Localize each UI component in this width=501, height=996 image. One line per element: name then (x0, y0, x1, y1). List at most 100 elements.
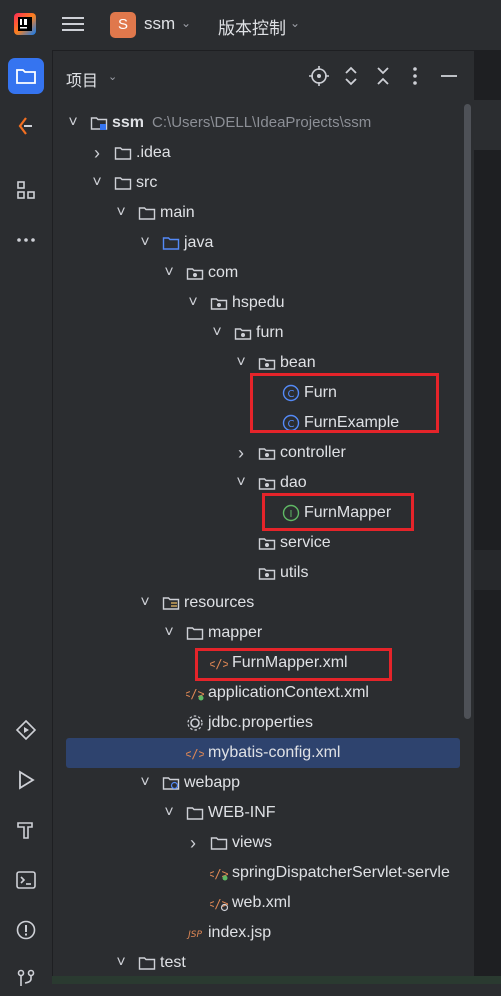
more-tools-button[interactable] (8, 222, 44, 258)
tree-row[interactable]: ˅ furn (52, 318, 472, 348)
project-panel-header: 项目 ⌄ (52, 50, 472, 104)
chevron-down-icon[interactable]: ˅ (162, 625, 176, 641)
terminal-tool-button[interactable] (8, 862, 44, 898)
expand-all-icon[interactable] (340, 65, 362, 87)
tree-item-label: java (184, 234, 213, 252)
tree-row[interactable]: </> web.xml (52, 888, 472, 918)
editor-line-stub (474, 550, 501, 590)
status-strip (52, 976, 501, 984)
tree-item-label: webapp (184, 774, 240, 792)
tree-item-label: mybatis-config.xml (208, 744, 340, 762)
chevron-down-icon[interactable]: ⌄ (181, 16, 191, 30)
tree-row[interactable]: ˅ hspedu (52, 288, 472, 318)
chevron-down-icon[interactable]: ˅ (114, 955, 128, 971)
tree-row[interactable]: › controller (52, 438, 472, 468)
package-icon (234, 328, 252, 340)
tree-row[interactable]: </> springDispatcherServlet-servle (52, 858, 472, 888)
tree-item-name: bean (280, 354, 316, 371)
problems-tool-button[interactable] (8, 912, 44, 948)
tree-row[interactable]: </> mybatis-config.xml (66, 738, 460, 768)
collapse-all-icon[interactable] (372, 65, 394, 87)
package-icon (186, 268, 204, 280)
chevron-down-icon[interactable]: ⌄ (290, 16, 300, 30)
tree-row[interactable]: ˅ test (52, 948, 472, 978)
tree-item-name: controller (280, 444, 346, 461)
tree-row[interactable]: </> applicationContext.xml (52, 678, 472, 708)
tree-row[interactable]: ˅ main (52, 198, 472, 228)
run-tool-button[interactable] (8, 762, 44, 798)
chevron-down-icon[interactable]: ˅ (138, 235, 152, 251)
tree-row[interactable]: JSP index.jsp (52, 918, 472, 948)
chevron-down-icon[interactable]: ˅ (162, 265, 176, 281)
vcs-tool-button[interactable] (8, 960, 44, 996)
spring-xml-icon: </> (210, 867, 228, 881)
tree-row[interactable]: ˅ ssm C:\Users\DELL\IdeaProjects\ssm (52, 108, 472, 138)
tree-row[interactable]: ˅ webapp (52, 768, 472, 798)
tree-row[interactable]: ˅ java (52, 228, 472, 258)
tree-item-name: springDispatcherServlet-servle (232, 864, 450, 881)
chevron-down-icon[interactable]: ˅ (186, 295, 200, 311)
tree-row[interactable]: utils (52, 558, 472, 588)
tree-row[interactable]: › views (52, 828, 472, 858)
tree-item-label: resources (184, 594, 254, 612)
chevron-down-icon[interactable]: ˅ (138, 775, 152, 791)
tree-row[interactable]: ˅ WEB-INF (52, 798, 472, 828)
tree-item-name: utils (280, 564, 309, 581)
chevron-down-icon[interactable]: ˅ (234, 475, 248, 491)
main-menu-button[interactable] (62, 14, 84, 34)
tree-item-name: furn (256, 324, 284, 341)
chevron-down-icon[interactable]: ˅ (66, 115, 80, 131)
tree-scrollbar[interactable] (464, 104, 471, 719)
vcs-menu[interactable]: 版本控制 (218, 14, 286, 39)
intellij-logo-icon[interactable] (14, 13, 36, 35)
terminal-icon (16, 871, 36, 889)
tree-item-name: hspedu (232, 294, 285, 311)
tree-item-name: views (232, 834, 273, 851)
branch-icon (17, 969, 35, 986)
tree-item-label: web.xml (232, 894, 291, 912)
chevron-right-icon[interactable]: › (234, 444, 248, 462)
project-badge[interactable]: S (110, 12, 136, 38)
structure-tool-button[interactable] (8, 172, 44, 208)
hammer-icon (17, 822, 33, 839)
tree-row[interactable]: service (52, 528, 472, 558)
tree-row[interactable]: ˅ src (52, 168, 472, 198)
chevron-down-icon[interactable]: ˅ (210, 325, 224, 341)
tree-row[interactable]: jdbc.properties (52, 708, 472, 738)
project-name[interactable]: ssm (144, 14, 175, 34)
locate-icon[interactable] (308, 65, 330, 87)
git-tool-button[interactable] (8, 108, 44, 144)
tree-item-name: applicationContext.xml (208, 684, 369, 701)
tree-row[interactable]: ˅ com (52, 258, 472, 288)
hide-panel-icon[interactable] (438, 65, 460, 87)
folder-icon (138, 207, 156, 220)
more-vertical-icon[interactable] (404, 65, 426, 87)
problems-icon (16, 920, 36, 940)
build-tool-button[interactable] (8, 812, 44, 848)
tree-item-name: service (280, 534, 331, 551)
chevron-down-icon[interactable]: ˅ (138, 595, 152, 611)
chevron-down-icon[interactable]: ⌄ (108, 70, 117, 83)
services-tool-button[interactable] (8, 712, 44, 748)
chevron-down-icon[interactable]: ˅ (114, 205, 128, 221)
folder-icon (210, 837, 228, 850)
menu-bar-line (62, 23, 84, 25)
chevron-down-icon[interactable]: ˅ (162, 805, 176, 821)
tree-item-name: resources (184, 594, 255, 611)
run-icon (19, 770, 35, 790)
chevron-right-icon[interactable]: › (186, 834, 200, 852)
tree-item-name: mybatis-config.xml (208, 744, 341, 761)
chevron-down-icon[interactable]: ˅ (234, 355, 248, 371)
chevron-right-icon[interactable]: › (90, 144, 104, 162)
tree-item-label: bean (280, 354, 316, 372)
panel-title[interactable]: 项目 (66, 67, 98, 91)
project-tool-button[interactable] (8, 58, 44, 94)
chevron-down-icon[interactable]: ˅ (90, 175, 104, 191)
tree-item-label: dao (280, 474, 307, 492)
tree-row[interactable]: ˅ mapper (52, 618, 472, 648)
tree-row[interactable]: ˅ resources (52, 588, 472, 618)
package-icon (210, 298, 228, 310)
tree-row[interactable]: › .idea (52, 138, 472, 168)
tree-item-label: .idea (136, 144, 171, 162)
package-icon (258, 358, 276, 370)
